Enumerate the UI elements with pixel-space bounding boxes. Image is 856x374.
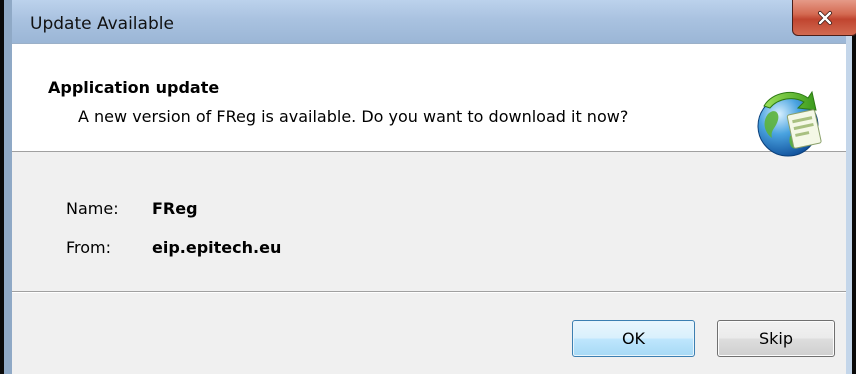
from-label: From: (66, 238, 112, 257)
header-description: A new version of FReg is available. Do y… (78, 107, 629, 126)
update-dialog-window: Update Available Application update A ne… (0, 0, 856, 374)
header-panel: Application update A new version of FReg… (12, 43, 846, 157)
name-label: Name: (66, 199, 119, 218)
window-title: Update Available (30, 14, 174, 34)
header-title: Application update (48, 78, 220, 97)
close-button[interactable] (792, 0, 856, 36)
from-value: eip.epitech.eu (152, 238, 282, 257)
skip-button[interactable]: Skip (717, 320, 835, 357)
name-value: FReg (152, 199, 198, 218)
globe-update-icon (750, 84, 826, 160)
window-frame-right (846, 0, 856, 374)
window-frame-left (0, 0, 12, 374)
close-icon (817, 10, 833, 26)
ok-button[interactable]: OK (572, 320, 695, 357)
button-area-divider-highlight (12, 292, 846, 293)
title-bar[interactable]: Update Available (12, 0, 856, 43)
